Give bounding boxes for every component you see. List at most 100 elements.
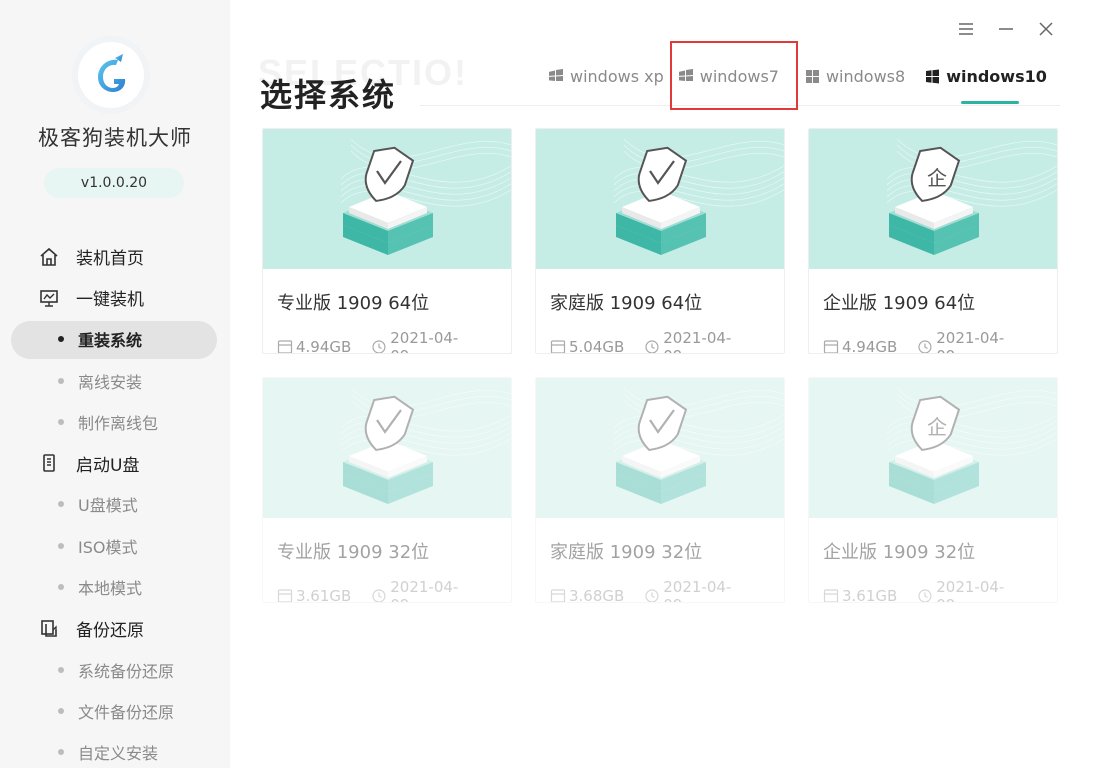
tab-label: windows xp [570, 66, 664, 86]
disk-icon [550, 589, 566, 602]
nav-reinstall-system[interactable]: 重装系统 [0, 319, 230, 360]
system-illustration [263, 129, 511, 269]
system-card[interactable]: 家庭版 1909 32位 3.68GB 2021-04-09 [535, 377, 785, 603]
nav-label: 离线安装 [78, 372, 143, 392]
nav-custom-install[interactable]: 自定义安装 [0, 732, 230, 768]
app-name: 极客狗装机大师 [38, 126, 192, 150]
card-info: 家庭版 1909 64位 5.04GB 2021-04-09 [536, 269, 784, 354]
nav-one-click-install[interactable]: 一键装机 [0, 277, 230, 318]
menu-icon[interactable] [955, 18, 977, 40]
system-card[interactable]: 企 企业版 1909 64位 4.94GB 2021-04-09 [808, 128, 1058, 354]
bullet-icon [58, 666, 64, 673]
system-name: 企业版 1909 32位 [823, 542, 976, 563]
nav-label: 备份还原 [76, 620, 144, 641]
clock-icon [372, 340, 386, 353]
tab-windows-xp[interactable]: windows xp [548, 62, 664, 90]
system-size: 3.68GB [569, 587, 625, 603]
size-meta: 3.61GB [277, 587, 351, 602]
system-illustration [536, 129, 784, 269]
size-meta: 4.94GB [823, 338, 897, 353]
clock-icon [918, 340, 932, 353]
system-illustration [263, 378, 511, 518]
date-meta: 2021-04-09 [917, 329, 1023, 353]
system-date: 2021-04-09 [936, 578, 1005, 602]
system-card[interactable]: 专业版 1909 32位 3.61GB 2021-04-09 [262, 377, 512, 603]
system-illustration: 企 [809, 129, 1057, 269]
system-date: 2021-04-09 [390, 329, 459, 353]
system-illustration: 企 [809, 378, 1057, 518]
system-date: 2021-04-09 [390, 578, 459, 602]
nav-iso-mode[interactable]: ISO模式 [0, 525, 230, 566]
system-name: 家庭版 1909 32位 [550, 542, 703, 563]
tab-label: windows8 [825, 66, 906, 86]
date-meta: 2021-04-09 [644, 578, 750, 602]
nav-label: ISO模式 [78, 537, 138, 557]
size-meta: 3.61GB [823, 587, 898, 603]
tab-windows-8[interactable]: windows8 [805, 62, 905, 90]
system-size: 5.04GB [569, 338, 625, 354]
nav-label: 重装系统 [78, 331, 143, 351]
system-size: 3.61GB [842, 587, 898, 603]
system-grid: 专业版 1909 64位 4.94GB 2021-04-09 [262, 128, 1058, 603]
clock-icon [918, 589, 932, 602]
nav-usb-mode[interactable]: U盘模式 [0, 484, 230, 525]
nav-label: 一键装机 [76, 290, 144, 311]
nav-label: U盘模式 [78, 496, 138, 516]
system-illustration [536, 378, 784, 518]
system-date: 2021-04-09 [663, 329, 732, 353]
nav-boot-usb[interactable]: 启动U盘 [0, 442, 230, 483]
nav-make-offline-package[interactable]: 制作离线包 [0, 401, 230, 442]
system-meta: 3.61GB 2021-04-09 [277, 578, 497, 602]
app-logo [78, 42, 144, 108]
date-meta: 2021-04-09 [644, 329, 750, 353]
ballot-box-icon: 企 [889, 395, 979, 504]
monitor-icon [38, 287, 60, 309]
card-info: 企业版 1909 64位 4.94GB 2021-04-09 [809, 269, 1057, 353]
bullet-icon [58, 542, 64, 549]
windows-logo-icon [925, 69, 940, 84]
windows-tiles-icon [805, 69, 820, 84]
tab-windows-10[interactable]: windows10 [925, 62, 1047, 104]
badge-text: 企 [927, 166, 947, 190]
minimize-icon[interactable] [995, 18, 1017, 40]
disk-icon [277, 340, 293, 353]
bullet-icon [58, 584, 64, 591]
home-icon [38, 246, 60, 268]
nav-file-backup[interactable]: 文件备份还原 [0, 690, 230, 731]
nav-label: 本地模式 [78, 579, 143, 599]
bullet-icon [58, 418, 64, 425]
disk-icon [277, 589, 293, 602]
system-meta: 4.94GB 2021-04-09 [823, 329, 1043, 353]
system-meta: 3.68GB 2021-04-09 [550, 578, 770, 603]
system-card[interactable]: 专业版 1909 64位 4.94GB 2021-04-09 [262, 128, 512, 354]
sidebar: 极客狗装机大师 v1.0.0.20 装机首页 一键装机 重装系统 离线安装 制作… [0, 0, 230, 768]
system-name: 家庭版 1909 64位 [550, 293, 703, 314]
nav-system-backup[interactable]: 系统备份还原 [0, 649, 230, 690]
system-date: 2021-04-09 [936, 329, 1005, 353]
system-card[interactable]: 家庭版 1909 64位 5.04GB 2021-04-09 [535, 128, 785, 354]
card-info: 专业版 1909 64位 4.94GB 2021-04-09 [263, 269, 511, 354]
system-date: 2021-04-09 [663, 578, 732, 602]
clock-icon [645, 340, 659, 353]
nav-label: 启动U盘 [76, 455, 140, 476]
ballot-box-icon [616, 146, 706, 255]
bullet-icon [58, 377, 64, 384]
nav-local-mode[interactable]: 本地模式 [0, 566, 230, 607]
sidebar-nav: 装机首页 一键装机 重装系统 离线安装 制作离线包 启动U盘 U盘模式 ISO模… [0, 236, 230, 768]
ballot-box-icon: 企 [889, 146, 979, 255]
date-meta: 2021-04-09 [917, 578, 1023, 602]
nav-home[interactable]: 装机首页 [0, 236, 230, 277]
system-size: 4.94GB [296, 338, 352, 354]
system-card[interactable]: 企 企业版 1909 32位 3.61GB 2021-04-09 [808, 377, 1058, 603]
bullet-icon [58, 749, 64, 756]
ballot-box-icon [343, 395, 433, 504]
size-meta: 4.94GB [277, 338, 352, 354]
logo-icon [98, 54, 126, 92]
window-controls [955, 18, 1057, 40]
page-title: 选择系统 [260, 76, 397, 114]
nav-backup-restore[interactable]: 备份还原 [0, 608, 230, 649]
bullet-icon [58, 336, 64, 343]
close-icon[interactable] [1035, 18, 1057, 40]
nav-offline-install[interactable]: 离线安装 [0, 360, 230, 401]
ballot-box-icon [616, 395, 706, 504]
